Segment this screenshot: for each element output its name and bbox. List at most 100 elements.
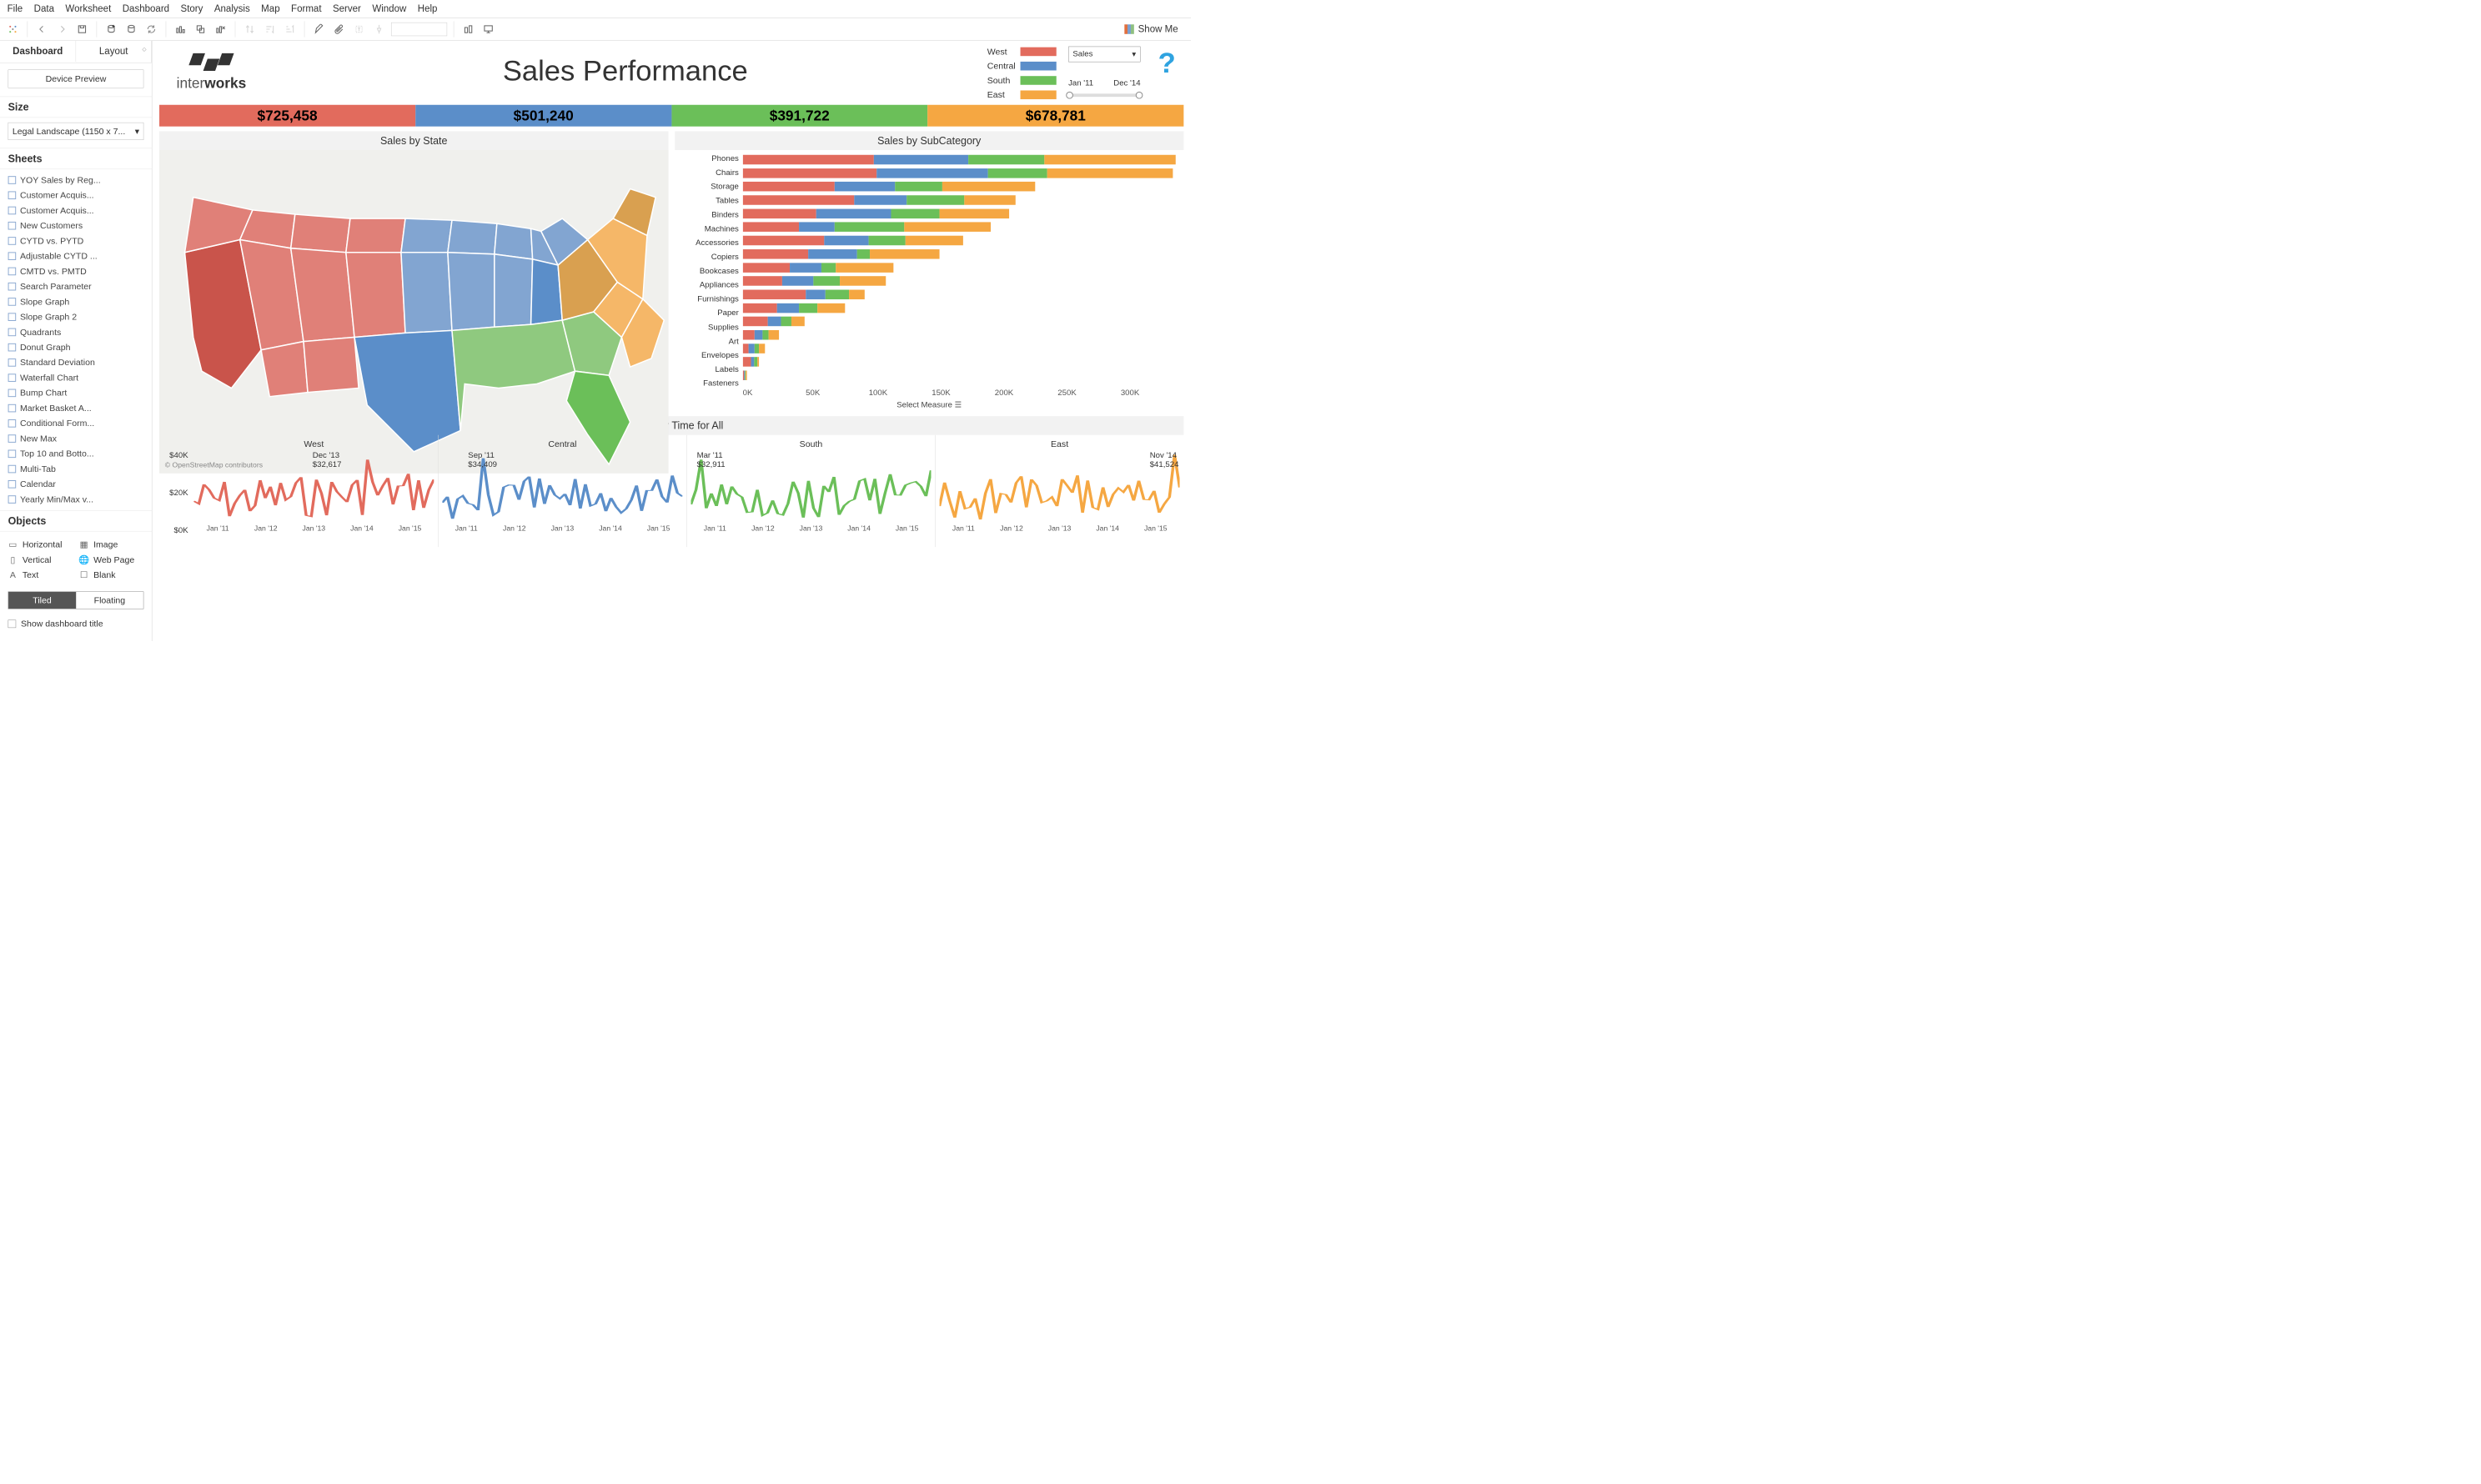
forward-icon[interactable] xyxy=(54,21,70,37)
bar-row[interactable] xyxy=(743,168,1176,178)
spark-east[interactable]: EastNov '14$41,524Jan '11Jan '12Jan '13J… xyxy=(935,435,1183,547)
worksheet-icon xyxy=(8,343,17,352)
bar-row[interactable] xyxy=(743,223,1176,233)
object-vertical[interactable]: ▯Vertical xyxy=(8,554,73,564)
fit-icon[interactable] xyxy=(460,21,476,37)
size-dropdown[interactable]: Legal Landscape (1150 x 7...▾ xyxy=(8,123,144,140)
bar-row[interactable] xyxy=(743,249,1176,259)
bar-row[interactable] xyxy=(743,317,1176,327)
sheet-item[interactable]: Standard Deviation xyxy=(6,355,146,370)
spark-central[interactable]: CentralSep '11$34,409Jan '11Jan '12Jan '… xyxy=(438,435,686,547)
sheet-item[interactable]: Adjustable CYTD ... xyxy=(6,248,146,263)
worksheet-icon xyxy=(8,389,17,398)
bar-row[interactable] xyxy=(743,208,1176,218)
select-measure-label[interactable]: Select Measure ☰ xyxy=(675,398,1183,412)
new-datasource-icon[interactable] xyxy=(103,21,119,37)
worksheet-icon xyxy=(8,298,17,306)
bar-row[interactable] xyxy=(743,330,1176,340)
menu-worksheet[interactable]: Worksheet xyxy=(65,3,111,14)
object-blank[interactable]: ☐Blank xyxy=(79,570,144,580)
sheet-item[interactable]: Waterfall Chart xyxy=(6,370,146,385)
object-text[interactable]: AText xyxy=(8,570,73,580)
bar-row[interactable] xyxy=(743,236,1176,246)
back-icon[interactable] xyxy=(34,21,50,37)
sheet-item[interactable]: Customer Acquis... xyxy=(6,203,146,218)
logo-icon[interactable] xyxy=(5,21,21,37)
objects-grid: ▭Horizontal ▦Image ▯Vertical 🌐Web Page AText… xyxy=(8,539,144,580)
text-tool-icon[interactable] xyxy=(351,21,367,37)
menu-analysis[interactable]: Analysis xyxy=(214,3,250,14)
sheet-item[interactable]: Slope Graph xyxy=(6,294,146,309)
tab-layout[interactable]: Layout xyxy=(76,41,152,63)
sheet-item[interactable]: Market Basket A... xyxy=(6,400,146,415)
us-map[interactable]: © OpenStreetMap contributors xyxy=(159,150,668,474)
sheet-item[interactable]: Search Parameter xyxy=(6,279,146,294)
menu-help[interactable]: Help xyxy=(418,3,438,14)
bar-row[interactable] xyxy=(743,182,1176,192)
sheet-item[interactable]: New Max xyxy=(6,431,146,446)
new-worksheet-icon[interactable] xyxy=(173,21,188,37)
save-icon[interactable] xyxy=(74,21,90,37)
bar-row[interactable] xyxy=(743,276,1176,286)
sheet-item[interactable]: Top 10 and Botto... xyxy=(6,446,146,461)
show-title-checkbox[interactable] xyxy=(8,620,17,629)
swap-icon[interactable] xyxy=(242,21,258,37)
sheet-item[interactable]: Bump Chart xyxy=(6,385,146,400)
object-horizontal[interactable]: ▭Horizontal xyxy=(8,539,73,549)
sheet-item[interactable]: Slope Graph 2 xyxy=(6,309,146,324)
spark-west[interactable]: West$40K$20K$0KDec '13$32,617Jan '11Jan … xyxy=(159,435,438,547)
tab-dashboard[interactable]: Dashboard xyxy=(0,41,76,63)
clear-icon[interactable] xyxy=(213,21,229,37)
refresh-icon[interactable] xyxy=(143,21,159,37)
bar-row[interactable] xyxy=(743,357,1176,367)
menu-server[interactable]: Server xyxy=(333,3,361,14)
presentation-icon[interactable] xyxy=(480,21,496,37)
toolbar-input[interactable] xyxy=(391,23,447,36)
sheet-item[interactable]: Customer Acquis... xyxy=(6,188,146,203)
sheet-item[interactable]: New Customers xyxy=(6,218,146,233)
menu-map[interactable]: Map xyxy=(261,3,279,14)
bar-row[interactable] xyxy=(743,303,1176,313)
object-web-page[interactable]: 🌐Web Page xyxy=(79,554,144,564)
bar-row[interactable] xyxy=(743,343,1176,353)
menu-data[interactable]: Data xyxy=(34,3,54,14)
menu-story[interactable]: Story xyxy=(181,3,203,14)
duplicate-icon[interactable] xyxy=(193,21,208,37)
show-me-button[interactable]: Show Me xyxy=(1124,23,1186,34)
floating-button[interactable]: Floating xyxy=(76,592,143,609)
tiled-button[interactable]: Tiled xyxy=(8,592,76,609)
bar-row[interactable] xyxy=(743,263,1176,273)
sheet-item[interactable]: CYTD vs. PYTD xyxy=(6,233,146,248)
spark-south[interactable]: SouthMar '11$32,911Jan '11Jan '12Jan '13… xyxy=(686,435,935,547)
sheet-item[interactable]: Quadrants xyxy=(6,324,146,339)
date-range-slider[interactable] xyxy=(1068,93,1140,97)
menu-file[interactable]: File xyxy=(8,3,23,14)
sort-asc-icon[interactable] xyxy=(262,21,278,37)
help-icon[interactable]: ? xyxy=(1150,47,1183,79)
menu-format[interactable]: Format xyxy=(291,3,321,14)
kpi-central: $501,240 xyxy=(415,105,671,127)
sheet-item[interactable]: Calendar xyxy=(6,477,146,492)
pause-updates-icon[interactable] xyxy=(123,21,139,37)
bar-row[interactable] xyxy=(743,370,1176,380)
subcat-bars[interactable] xyxy=(743,154,1176,389)
bar-row[interactable] xyxy=(743,195,1176,205)
sheet-item[interactable]: CMTD vs. PMTD xyxy=(6,263,146,278)
bar-row[interactable] xyxy=(743,155,1176,165)
sheet-item[interactable]: Yearly Min/Max v... xyxy=(6,492,146,507)
text-icon: A xyxy=(8,570,18,580)
menu-window[interactable]: Window xyxy=(372,3,406,14)
sheet-item[interactable]: Donut Graph xyxy=(6,340,146,355)
bar-row[interactable] xyxy=(743,289,1176,299)
sort-desc-icon[interactable] xyxy=(282,21,298,37)
sheet-item[interactable]: Multi-Tab xyxy=(6,461,146,476)
menu-dashboard[interactable]: Dashboard xyxy=(123,3,169,14)
measure-dropdown[interactable]: Sales▾ xyxy=(1068,47,1140,63)
sheet-item[interactable]: YOY Sales by Reg... xyxy=(6,173,146,188)
object-image[interactable]: ▦Image xyxy=(79,539,144,549)
highlight-icon[interactable] xyxy=(311,21,327,37)
sheet-item[interactable]: Conditional Form... xyxy=(6,416,146,431)
attach-icon[interactable] xyxy=(331,21,347,37)
device-preview-button[interactable]: Device Preview xyxy=(8,69,144,88)
pin-icon[interactable] xyxy=(371,21,387,37)
